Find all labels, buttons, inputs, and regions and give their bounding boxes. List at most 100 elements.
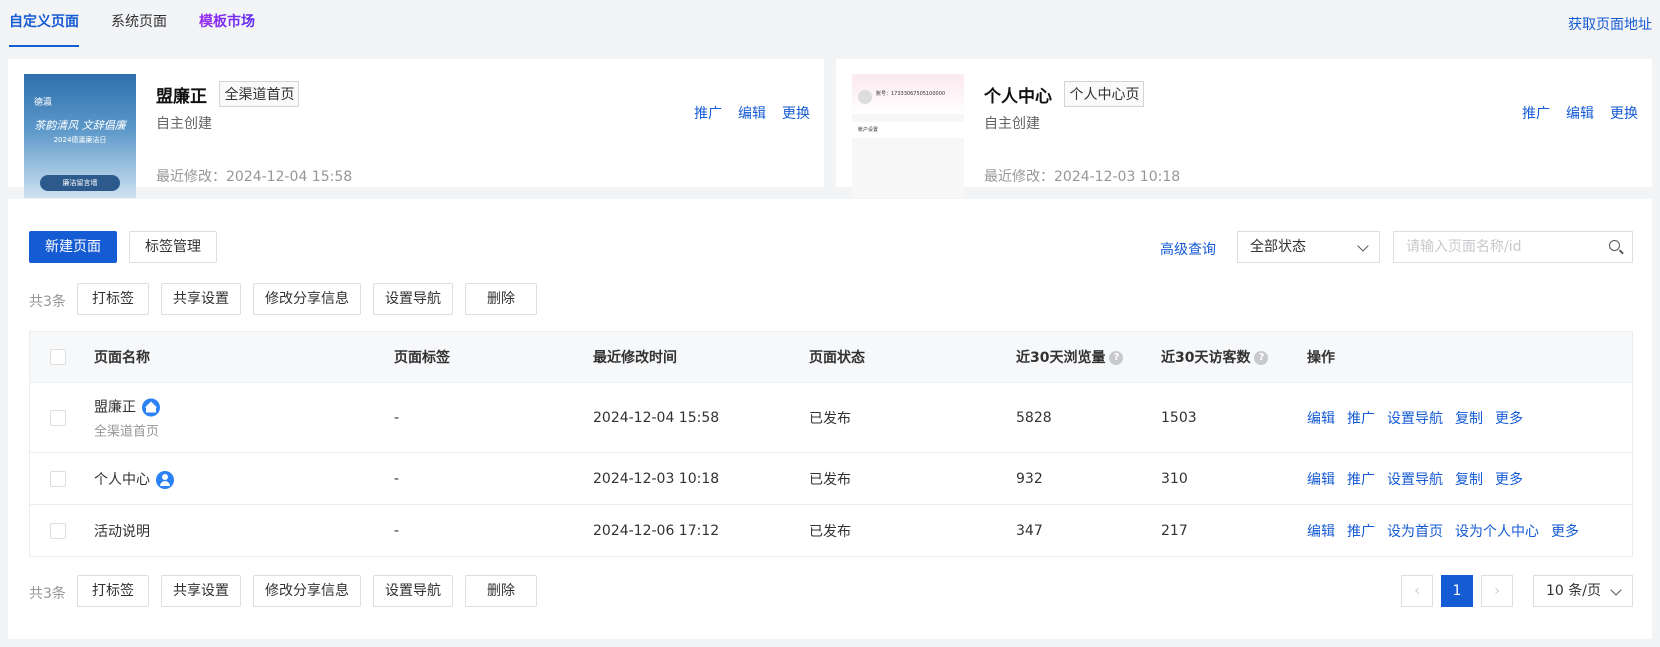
- bulk-set-nav-button[interactable]: 设置导航: [373, 283, 453, 315]
- thumb-row: 帐户设置: [852, 122, 964, 138]
- thumb-pill: 廉洁留言墙: [40, 175, 120, 191]
- set-profile-center-link[interactable]: 设为个人中心: [1455, 524, 1539, 540]
- edit-link[interactable]: 编辑: [1307, 524, 1335, 540]
- next-page-button[interactable]: ›: [1481, 575, 1513, 607]
- page-name-cell: 活动说明: [94, 521, 150, 541]
- col-views-label: 近30天浏览量: [1016, 350, 1106, 366]
- edit-link[interactable]: 编辑: [1566, 103, 1594, 123]
- thumb-slogan: 茶韵清风 文辞倡廉: [34, 119, 126, 132]
- copy-link[interactable]: 复制: [1455, 411, 1483, 427]
- top-tabs: 自定义页面 系统页面 模板市场 获取页面地址: [0, 0, 1660, 52]
- modified-value: 2024-12-03 10:18: [1054, 169, 1181, 185]
- page-name-cell: 盟廉正 全渠道首页: [94, 396, 160, 439]
- bulk-set-nav-button[interactable]: 设置导航: [373, 575, 453, 607]
- col-tag: 页面标签: [394, 350, 450, 366]
- card-actions: 推广 编辑 更换: [694, 103, 810, 123]
- card-modified: 最近修改：2024-12-03 10:18: [984, 166, 1180, 186]
- chevron-down-icon: [1357, 240, 1369, 252]
- replace-link[interactable]: 更换: [782, 103, 810, 123]
- edit-link[interactable]: 编辑: [1307, 472, 1335, 488]
- card-info: 个人中心 个人中心页 自主创建 最近修改：2024-12-03 10:18 推广…: [984, 81, 1652, 187]
- table-header: 页面名称 页面标签 最近修改时间 页面状态 近30天浏览量? 近30天访客数? …: [30, 332, 1632, 382]
- set-nav-link[interactable]: 设置导航: [1387, 472, 1443, 488]
- page-name[interactable]: 盟廉正: [94, 399, 136, 415]
- modified-time: 2024-12-04 15:58: [593, 409, 720, 426]
- copy-link[interactable]: 复制: [1455, 472, 1483, 488]
- profile-card: 账号：17333067505100000 帐户设置 个人中心 个人中心页 自主创…: [836, 59, 1652, 198]
- status-select[interactable]: 全部状态: [1237, 231, 1380, 263]
- bulk-share-settings-button[interactable]: 共享设置: [161, 575, 241, 607]
- help-icon[interactable]: ?: [1254, 351, 1269, 365]
- bulk-tag-button[interactable]: 打标签: [77, 575, 149, 607]
- col-visitors-label: 近30天访客数: [1161, 350, 1251, 366]
- bulk-share-settings-button[interactable]: 共享设置: [161, 283, 241, 315]
- views-count: 932: [1016, 470, 1043, 487]
- card-tag: 个人中心页: [1064, 81, 1145, 107]
- page-status: 已发布: [809, 523, 851, 540]
- page-name[interactable]: 个人中心: [94, 472, 150, 488]
- search-box: [1393, 231, 1633, 263]
- col-name: 页面名称: [94, 350, 150, 366]
- row-checkbox[interactable]: [50, 522, 66, 539]
- promote-link[interactable]: 推广: [694, 103, 722, 123]
- page-subtitle: 全渠道首页: [94, 424, 160, 439]
- advanced-query-link[interactable]: 高级查询: [1160, 239, 1216, 259]
- bulk-edit-share-info-button[interactable]: 修改分享信息: [253, 283, 361, 315]
- tab-system-pages[interactable]: 系统页面: [111, 0, 167, 47]
- row-checkbox[interactable]: [50, 409, 66, 426]
- table-row: 活动说明 - 2024-12-06 17:12 已发布 347 217 编辑 推广…: [30, 504, 1632, 556]
- edit-link[interactable]: 编辑: [738, 103, 766, 123]
- bulk-tag-button[interactable]: 打标签: [77, 283, 149, 315]
- table-row: 个人中心 - 2024-12-03 10:18 已发布 932 310 编辑 推广…: [30, 452, 1632, 504]
- total-count: 共3条: [29, 294, 66, 310]
- bulk-delete-button[interactable]: 删除: [465, 283, 537, 315]
- card-actions: 推广 编辑 更换: [1522, 103, 1638, 123]
- set-homepage-link[interactable]: 设为首页: [1387, 524, 1443, 540]
- tag-manage-button[interactable]: 标签管理: [129, 231, 217, 263]
- new-page-button[interactable]: 新建页面: [29, 231, 117, 263]
- promote-link[interactable]: 推广: [1347, 411, 1375, 427]
- page-1-button[interactable]: 1: [1441, 575, 1473, 607]
- get-page-url-link[interactable]: 获取页面地址: [1568, 14, 1652, 34]
- search-icon[interactable]: [1609, 240, 1620, 251]
- replace-link[interactable]: 更换: [1610, 103, 1638, 123]
- col-ops: 操作: [1307, 350, 1335, 366]
- row-actions: 编辑 推广 设置导航 复制 更多: [1307, 408, 1535, 428]
- col-views: 近30天浏览量?: [1016, 347, 1124, 367]
- more-link[interactable]: 更多: [1495, 472, 1523, 488]
- set-nav-link[interactable]: 设置导航: [1387, 411, 1443, 427]
- page-name[interactable]: 活动说明: [94, 524, 150, 540]
- more-link[interactable]: 更多: [1495, 411, 1523, 427]
- promote-link[interactable]: 推广: [1522, 103, 1550, 123]
- pages-table: 页面名称 页面标签 最近修改时间 页面状态 近30天浏览量? 近30天访客数? …: [29, 331, 1633, 557]
- page-size-select[interactable]: 10 条/页: [1533, 575, 1633, 607]
- tab-custom-pages[interactable]: 自定义页面: [9, 0, 79, 47]
- modified-time: 2024-12-06 17:12: [593, 522, 720, 539]
- row-checkbox[interactable]: [50, 470, 66, 487]
- profile-thumbnail[interactable]: 账号：17333067505100000 帐户设置: [852, 74, 964, 198]
- promote-link[interactable]: 推广: [1347, 524, 1375, 540]
- edit-link[interactable]: 编辑: [1307, 411, 1335, 427]
- page-status: 已发布: [809, 410, 851, 427]
- row-actions: 编辑 推广 设为首页 设为个人中心 更多: [1307, 521, 1591, 541]
- total-count: 共3条: [29, 586, 66, 602]
- bulk-delete-button[interactable]: 删除: [465, 575, 537, 607]
- promote-link[interactable]: 推广: [1347, 472, 1375, 488]
- homepage-thumbnail[interactable]: 德瀛 茶韵清风 文辞倡廉 2024德瀛廉洁日 廉洁留言墙: [24, 74, 136, 198]
- tab-template-market[interactable]: 模板市场: [199, 0, 255, 47]
- col-modified: 最近修改时间: [593, 350, 677, 366]
- more-link[interactable]: 更多: [1551, 524, 1579, 540]
- search-input[interactable]: [1394, 232, 1594, 262]
- views-count: 5828: [1016, 409, 1052, 426]
- help-icon[interactable]: ?: [1109, 351, 1124, 365]
- col-status: 页面状态: [809, 350, 865, 366]
- thumb-header: 账号：17333067505100000: [852, 74, 964, 114]
- thumb-phone: 账号：17333067505100000: [876, 91, 946, 97]
- prev-page-button[interactable]: ‹: [1401, 575, 1433, 607]
- bulk-edit-share-info-button[interactable]: 修改分享信息: [253, 575, 361, 607]
- select-all-checkbox[interactable]: [50, 349, 66, 365]
- visitors-count: 217: [1161, 522, 1188, 539]
- table-row: 盟廉正 全渠道首页 - 2024-12-04 15:58 已发布 5828 15…: [30, 382, 1632, 452]
- page-tag: -: [394, 409, 400, 426]
- thumb-brand: 德瀛: [34, 98, 53, 108]
